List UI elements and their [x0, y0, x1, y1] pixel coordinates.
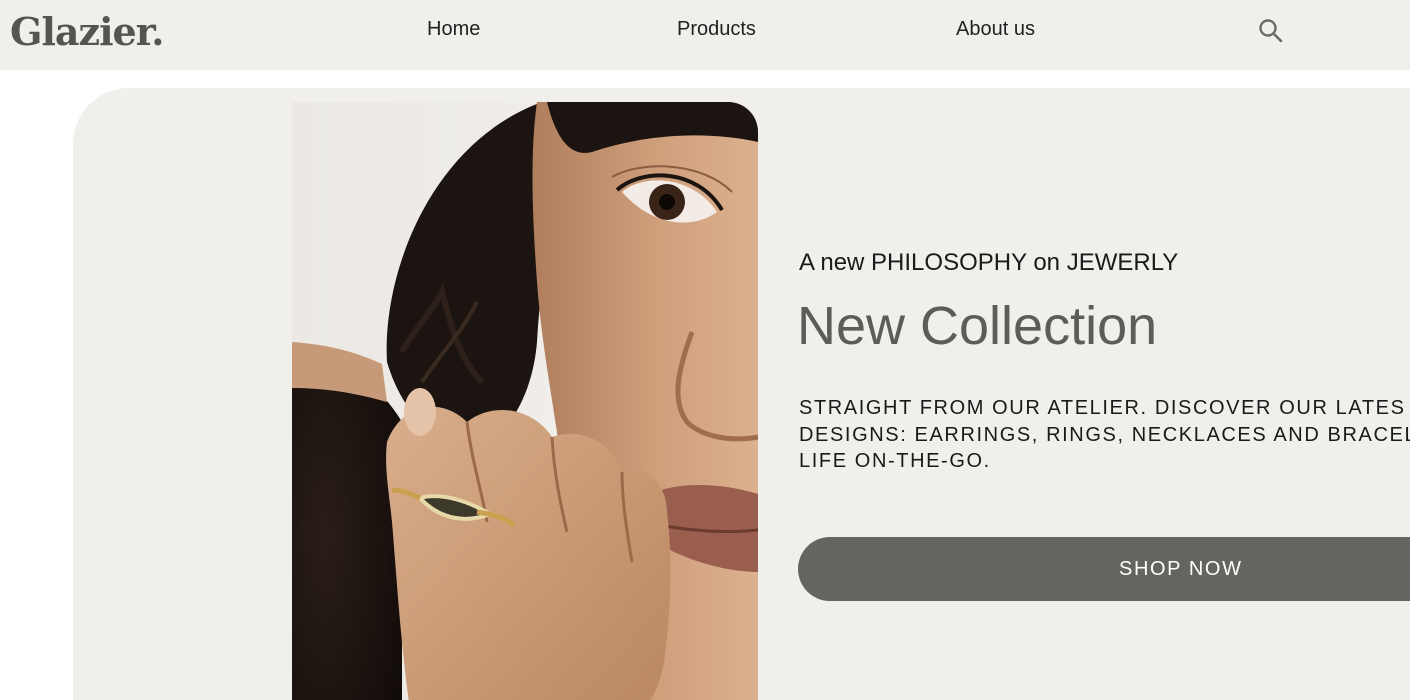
hero-description-line: LIFE ON-THE-GO. — [799, 450, 991, 472]
brand-logo[interactable]: Glazier. — [10, 10, 164, 54]
navbar: Glazier. Home Products About us — [0, 0, 1410, 70]
hero-description-line: DESIGNS: EARRINGS, RINGS, NECKLACES AND … — [799, 423, 1410, 446]
hero-tagline: A new PHILOSOPHY on JEWERLY — [799, 249, 1179, 276]
hero-section: A new PHILOSOPHY on JEWERLY New Collecti… — [73, 88, 1410, 700]
search-button[interactable] — [1256, 16, 1284, 44]
hero-title: New Collection — [797, 296, 1158, 356]
nav-link-about-us[interactable]: About us — [956, 17, 1035, 41]
portrait-image — [292, 102, 758, 700]
shop-now-button[interactable]: SHOP NOW — [798, 537, 1410, 601]
hero-image — [292, 102, 758, 700]
shop-now-label: SHOP NOW — [1119, 558, 1243, 580]
nav-link-products[interactable]: Products — [677, 17, 756, 41]
hero-description: STRAIGHT FROM OUR ATELIER. DISCOVER OUR … — [799, 395, 1410, 475]
nav-link-home[interactable]: Home — [427, 17, 480, 41]
search-icon — [1259, 19, 1283, 43]
hero-description-line: STRAIGHT FROM OUR ATELIER. DISCOVER OUR … — [799, 397, 1406, 419]
